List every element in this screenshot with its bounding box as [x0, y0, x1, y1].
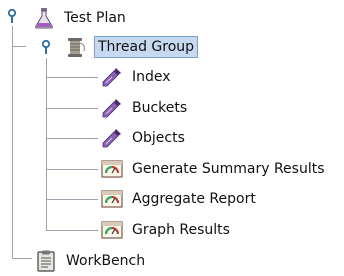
collapse-toggle-icon[interactable]	[6, 9, 18, 23]
pipette-icon	[102, 68, 121, 87]
tree-line-root	[12, 26, 13, 258]
pipette-icon	[102, 129, 121, 148]
clipboard-icon	[37, 250, 55, 272]
tree-node-label: Thread Group	[94, 36, 199, 58]
tree-line-child	[46, 230, 98, 231]
tree-node-listener[interactable]: Graph Results	[100, 217, 232, 243]
tree-line-workbench	[12, 258, 32, 259]
collapse-toggle-icon[interactable]	[40, 40, 52, 54]
tree-node-listener[interactable]: Generate Summary Results	[100, 156, 327, 182]
tree-node-label: Objects	[132, 130, 185, 146]
tree-line-thread-group	[12, 46, 26, 47]
spool-icon	[68, 38, 86, 57]
tree-node-test-plan[interactable]: Test Plan	[32, 5, 128, 31]
tree-line-thread-children	[46, 58, 47, 230]
report-icon	[101, 160, 123, 178]
pipette-icon	[102, 99, 121, 118]
tree-node-sampler[interactable]: Objects	[100, 125, 187, 151]
report-icon	[101, 221, 123, 239]
tree-line-child	[46, 169, 98, 170]
tree-node-label: Aggregate Report	[132, 191, 256, 207]
tree-node-label: Test Plan	[64, 10, 126, 26]
tree-node-label: Generate Summary Results	[132, 161, 325, 177]
tree-line-child	[46, 77, 98, 78]
tree-line-child	[46, 138, 98, 139]
tree-node-listener[interactable]: Aggregate Report	[100, 186, 258, 212]
tree-line-child	[46, 199, 98, 200]
tree-node-label: Buckets	[132, 100, 188, 116]
test-plan-tree[interactable]: Test Plan Thread Group Index Buckets Obj…	[0, 0, 344, 276]
tree-node-label: Index	[132, 69, 171, 85]
tree-node-label: Graph Results	[132, 222, 230, 238]
tree-node-workbench[interactable]: WorkBench	[34, 248, 147, 274]
tree-line-child	[46, 108, 98, 109]
tree-node-thread-group[interactable]: Thread Group	[64, 34, 199, 60]
tree-node-sampler[interactable]: Buckets	[100, 95, 189, 121]
tree-node-label: WorkBench	[66, 253, 146, 269]
report-icon	[101, 190, 123, 208]
tree-node-sampler[interactable]: Index	[100, 64, 173, 90]
flask-icon	[35, 8, 53, 29]
